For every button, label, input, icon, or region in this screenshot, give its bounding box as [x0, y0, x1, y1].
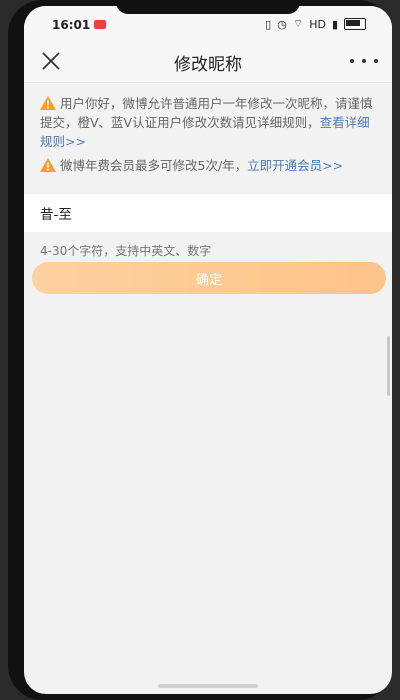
battery-icon — [344, 18, 366, 30]
wifi-icon: ⌔ — [292, 17, 304, 30]
more-icon — [350, 59, 354, 63]
vibrate-icon: ▯ — [265, 17, 272, 31]
nickname-input[interactable] — [40, 194, 370, 232]
warning-icon — [40, 158, 56, 172]
nav-bar: 修改昵称 — [24, 40, 392, 83]
nickname-hint: 4-30个字符，支持中英文、数字 — [40, 244, 212, 258]
screen: 16:01 ▯ ◷ ⌔ HD ▮ 修改昵称 用户你好，微博允许普通用户一年修改一… — [24, 6, 392, 694]
status-icons: ▯ ◷ ⌔ HD ▮ — [265, 17, 366, 31]
camera-notch — [116, 6, 300, 14]
home-indicator — [158, 684, 258, 688]
scrollbar[interactable] — [387, 336, 390, 396]
notice-member: 微博年费会员最多可修改5次/年，立即开通会员>> — [40, 156, 380, 175]
nickname-row — [24, 194, 392, 232]
confirm-button[interactable]: 确定 — [32, 262, 386, 294]
phone-frame: 16:01 ▯ ◷ ⌔ HD ▮ 修改昵称 用户你好，微博允许普通用户一年修改一… — [8, 0, 392, 700]
open-membership-link[interactable]: 立即开通会员>> — [247, 158, 343, 173]
signal-icon: ▮ — [331, 17, 338, 31]
page-title: 修改昵称 — [174, 55, 242, 75]
notification-badge-icon — [94, 20, 106, 29]
notice-member-text: 微博年费会员最多可修改5次/年， — [60, 158, 248, 173]
more-button[interactable] — [350, 48, 378, 74]
notice-rules: 用户你好，微博允许普通用户一年修改一次昵称，请谨慎提交，橙V、蓝V认证用户修改次… — [40, 94, 380, 151]
warning-icon — [40, 96, 56, 110]
network-label: HD — [309, 17, 326, 31]
status-time: 16:01 — [52, 18, 91, 32]
alarm-icon: ◷ — [277, 17, 287, 31]
